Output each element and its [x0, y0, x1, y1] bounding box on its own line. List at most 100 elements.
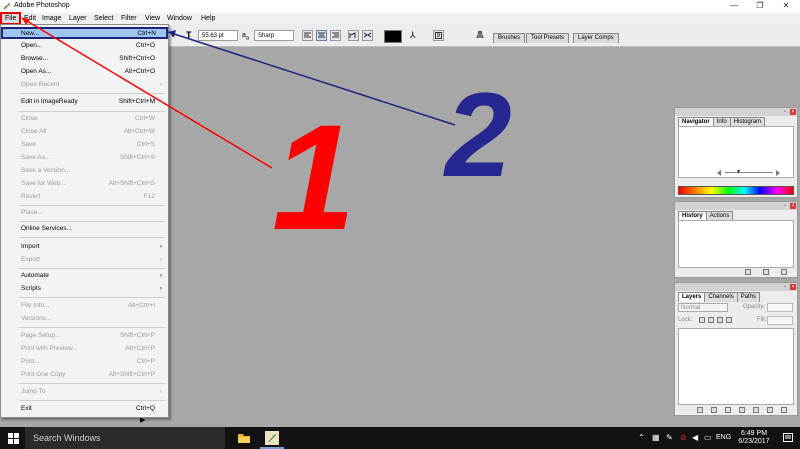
menu-item-close-all[interactable]: Close All Alt+Ctrl+W	[1, 126, 167, 137]
trash-icon[interactable]	[781, 407, 787, 413]
menu-item-jump-to[interactable]: Jump To ›	[1, 386, 167, 397]
menu-image[interactable]: Image	[42, 14, 61, 23]
close-button[interactable]: ✕	[774, 0, 798, 13]
menu-layer[interactable]: Layer	[69, 14, 87, 23]
menu-item-save-for-web[interactable]: Save for Web... Alt+Shift+Ctrl+S	[1, 178, 167, 189]
menu-view[interactable]: View	[145, 14, 160, 23]
menu-help[interactable]: Help	[201, 14, 215, 23]
language-indicator[interactable]: ENG	[716, 427, 731, 449]
menu-item-versions[interactable]: Versions...	[1, 313, 167, 324]
menu-item-scripts[interactable]: Scripts ›	[1, 283, 167, 294]
chevron-up-icon[interactable]: ⌃	[638, 427, 645, 449]
warp-icon[interactable]: ⅄	[410, 30, 416, 41]
tab-paths[interactable]: Paths	[736, 292, 761, 302]
file-explorer-icon[interactable]	[236, 430, 252, 446]
warp-text-button[interactable]	[362, 30, 373, 41]
menu-item-close[interactable]: Close Ctrl+W	[1, 113, 167, 124]
lock-transparency-icon[interactable]	[699, 317, 705, 323]
alert-icon[interactable]: ⊘	[680, 427, 687, 449]
anti-alias-select[interactable]: Sharp	[254, 30, 294, 41]
fill-field[interactable]	[767, 316, 793, 325]
close-icon[interactable]: ×	[790, 109, 796, 115]
lock-position-icon[interactable]	[717, 317, 723, 323]
new-group-icon[interactable]	[753, 407, 759, 413]
lock-all-icon[interactable]	[726, 317, 732, 323]
taskbar-search[interactable]: Search Windows	[25, 427, 225, 449]
menu-item-exit[interactable]: Exit Ctrl+Q	[1, 403, 167, 414]
menu-item-print-one-copy[interactable]: Print One Copy Alt+Shift+Ctrl+P	[1, 369, 167, 380]
trash-icon[interactable]	[781, 269, 787, 275]
close-icon[interactable]: ×	[790, 284, 796, 290]
menu-window[interactable]: Window	[167, 14, 192, 23]
panel-header[interactable]: ▫ ×	[675, 283, 797, 291]
new-layer-icon[interactable]	[767, 407, 773, 413]
new-snapshot-icon[interactable]	[763, 269, 769, 275]
menu-item-revert[interactable]: Revert F12	[1, 191, 167, 202]
windows-start-icon[interactable]	[8, 433, 19, 444]
menu-item-import[interactable]: Import ›	[1, 241, 167, 252]
layer-style-icon[interactable]	[711, 407, 717, 413]
panel-header[interactable]: ▫ ×	[675, 108, 797, 116]
menu-select[interactable]: Select	[94, 14, 113, 23]
menu-item-open-as[interactable]: Open As... Alt+Ctrl+O	[1, 66, 167, 77]
zoom-slider[interactable]	[679, 168, 795, 176]
menu-item-page-setup[interactable]: Page Setup... Shift+Ctrl+P	[1, 330, 167, 341]
menu-item-browse[interactable]: Browse... Shift+Ctrl+O	[1, 53, 167, 64]
menu-item-save-version[interactable]: Save a Version...	[1, 165, 167, 176]
close-icon[interactable]: ×	[790, 203, 796, 209]
search-input[interactable]: Search Windows	[33, 427, 101, 449]
menu-item-open[interactable]: Open... Ctrl+O	[1, 40, 167, 51]
menu-item-automate[interactable]: Automate ›	[1, 270, 167, 281]
menu-item-save-as[interactable]: Save As... Shift+Ctrl+S	[1, 152, 167, 163]
menu-item-export[interactable]: Export ›	[1, 254, 167, 265]
minimize-icon[interactable]: ▫	[782, 203, 788, 209]
align-left-button[interactable]	[302, 30, 313, 41]
blend-mode-select[interactable]: Normal	[678, 303, 728, 312]
font-size-field[interactable]: 55.63 pt	[198, 30, 238, 41]
minimize-button[interactable]: —	[722, 0, 746, 13]
menu-item-open-recent[interactable]: Open Recent ›	[1, 79, 167, 90]
align-left-icon	[304, 32, 311, 38]
color-ramp[interactable]	[678, 186, 794, 195]
lock-pixels-icon[interactable]	[708, 317, 714, 323]
minimize-icon[interactable]: ▫	[782, 109, 788, 115]
palettes-button[interactable]	[433, 30, 444, 41]
minimize-icon[interactable]: ▫	[782, 284, 788, 290]
tab-tool-presets[interactable]: Tool Presets	[526, 33, 570, 43]
text-orientation-button[interactable]	[348, 30, 359, 41]
menu-item-file-info[interactable]: File Info... Alt+Ctrl+I	[1, 300, 167, 311]
new-document-icon[interactable]	[745, 269, 751, 275]
menu-item-place[interactable]: Place...	[1, 207, 167, 218]
adjustment-layer-icon[interactable]	[739, 407, 745, 413]
volume-icon[interactable]: ◀	[692, 427, 698, 449]
pen-icon[interactable]: ✎	[666, 427, 673, 449]
tab-layer-comps[interactable]: Layer Comps	[573, 33, 619, 43]
menu-item-save[interactable]: Save Ctrl+S	[1, 139, 167, 150]
chevron-down-icon[interactable]: ⌄	[170, 30, 178, 41]
tab-channels[interactable]: Channels	[704, 292, 738, 302]
menu-filter[interactable]: Filter	[121, 14, 137, 23]
menu-edit[interactable]: Edit	[24, 14, 36, 23]
menu-item-new[interactable]: New... Ctrl+N	[1, 27, 168, 39]
text-color-swatch[interactable]	[384, 30, 402, 43]
link-layers-icon[interactable]	[697, 407, 703, 413]
menu-item-edit-in-imageready[interactable]: Edit in ImageReady Shift+Ctrl+M	[1, 96, 167, 107]
menu-item-online-services[interactable]: Online Services...	[1, 223, 167, 234]
warp-text-icon	[363, 32, 372, 38]
restore-button[interactable]: ❐	[748, 0, 772, 13]
tab-brushes[interactable]: Brushes	[493, 33, 526, 43]
align-center-button[interactable]	[316, 30, 327, 41]
tool-preset-icon[interactable]	[474, 30, 486, 41]
tab-layers[interactable]: Layers	[678, 292, 706, 302]
taskbar-clock[interactable]: 6:49 PM 6/23/2017	[734, 430, 774, 446]
network-icon[interactable]: ▦	[652, 427, 660, 449]
action-center-icon[interactable]	[782, 432, 794, 444]
photoshop-taskbar-icon[interactable]	[264, 430, 280, 446]
battery-icon[interactable]: ▭	[704, 427, 712, 449]
align-right-button[interactable]	[330, 30, 341, 41]
menu-item-print-with-preview[interactable]: Print with Preview... Alt+Ctrl+P	[1, 343, 167, 354]
menu-item-print[interactable]: Print... Ctrl+P	[1, 356, 167, 367]
panel-header[interactable]: ▫ ×	[675, 202, 797, 210]
opacity-field[interactable]	[767, 303, 793, 312]
layer-mask-icon[interactable]	[725, 407, 731, 413]
